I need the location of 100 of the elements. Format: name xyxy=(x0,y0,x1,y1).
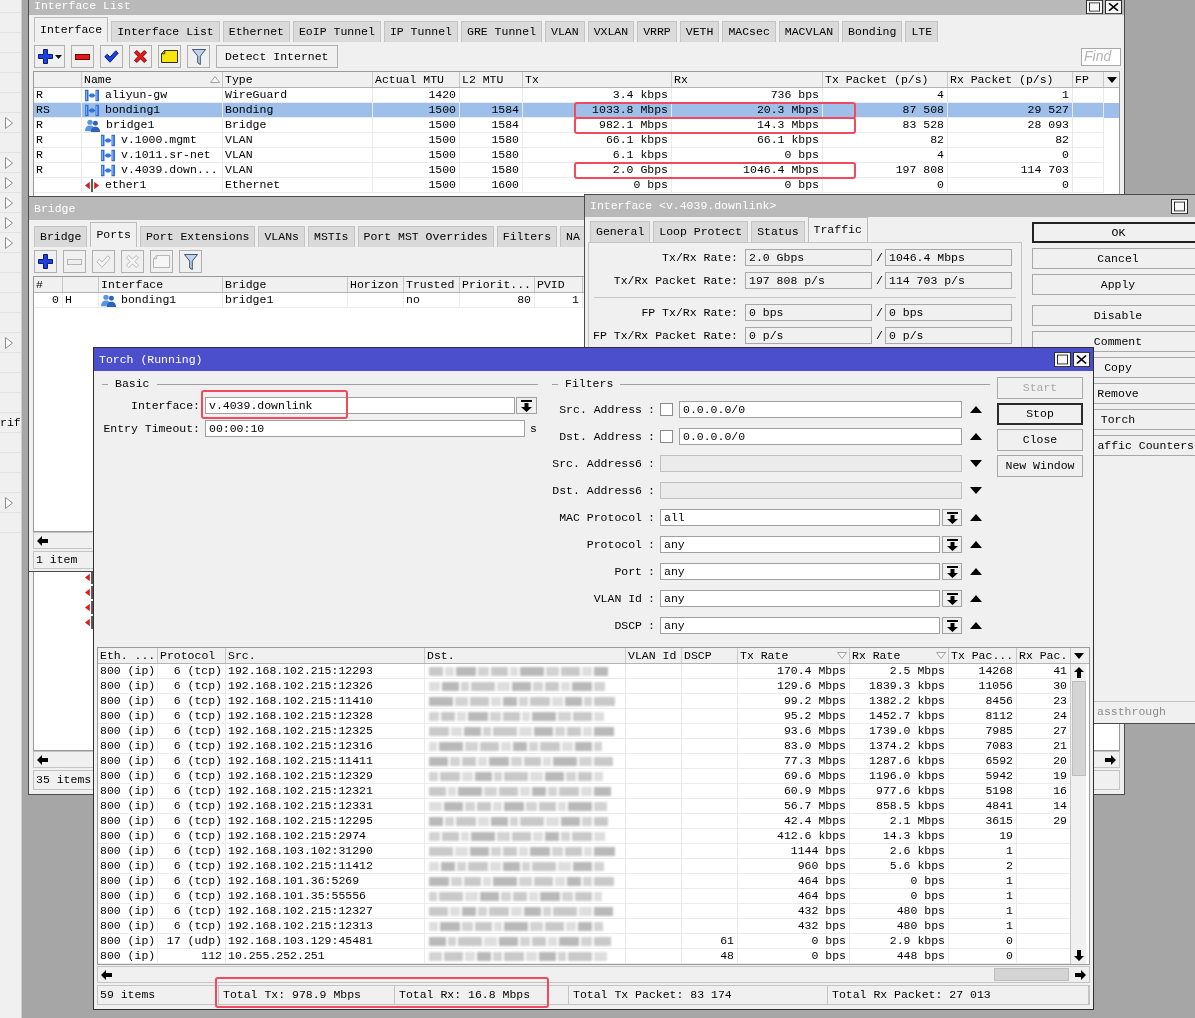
column-header[interactable]: Eth. ... xyxy=(98,648,158,663)
column-header[interactable]: Trusted xyxy=(404,277,460,292)
dropdown-field[interactable]: v.4039.downlink xyxy=(205,397,515,414)
column-header[interactable]: L2 MTU xyxy=(460,72,523,87)
toolbar-button[interactable]: Detect Internet xyxy=(216,45,338,68)
scrollbar-thumb[interactable] xyxy=(1071,681,1086,776)
close-icon[interactable] xyxy=(1073,352,1090,367)
column-header[interactable]: Priorit... xyxy=(460,277,535,292)
action-button[interactable]: OK xyxy=(1032,222,1195,243)
column-header[interactable]: Dst. xyxy=(425,648,626,663)
action-button[interactable]: Stop xyxy=(997,403,1083,425)
maximize-icon[interactable] xyxy=(1086,0,1103,14)
close-icon[interactable] xyxy=(1105,0,1122,14)
dropdown-button[interactable] xyxy=(942,536,962,553)
left-arrow-icon[interactable] xyxy=(101,969,112,980)
table-row[interactable]: 800 (ip) 112 10.255.252.251 48 0 bps 448 bps 0 xyxy=(98,949,1070,964)
tab[interactable]: VETH xyxy=(679,21,720,42)
action-button[interactable]: Apply xyxy=(1032,274,1195,295)
menu-item[interactable]: rif xyxy=(0,413,21,433)
column-header[interactable]: Bridge xyxy=(223,277,348,292)
maximize-icon[interactable] xyxy=(1054,352,1071,367)
column-header[interactable]: Protocol xyxy=(158,648,226,663)
enable-button[interactable] xyxy=(100,45,123,68)
submenu-triangle-icon[interactable] xyxy=(5,176,13,189)
tab[interactable]: IP Tunnel xyxy=(383,21,458,42)
up-triangle-icon[interactable] xyxy=(970,595,982,602)
tab[interactable]: EoIP Tunnel xyxy=(292,21,381,42)
filter-button[interactable] xyxy=(187,45,210,68)
up-triangle-icon[interactable] xyxy=(970,433,982,440)
column-header[interactable]: Tx Rate xyxy=(738,648,850,663)
left-arrow-icon[interactable] xyxy=(37,754,48,765)
action-button[interactable]: Cancel xyxy=(1032,248,1195,269)
action-button[interactable]: New Window xyxy=(997,455,1083,477)
tab[interactable]: VXLAN xyxy=(587,21,635,42)
tab[interactable]: NA xyxy=(560,226,586,247)
table-row[interactable]: 800 (ip) 6 (tcp) 192.168.103.102:31290 1144 bps 2.6 kbps 1 xyxy=(98,844,1070,859)
column-header[interactable]: Tx xyxy=(523,72,672,87)
table-row[interactable]: 800 (ip) 6 (tcp) 192.168.102.215:12295 42.4 Mbps 2.1 Mbps 3615 29 xyxy=(98,814,1070,829)
tab[interactable]: MACsec xyxy=(722,21,776,42)
up-triangle-icon[interactable] xyxy=(970,622,982,629)
dropdown-button[interactable] xyxy=(942,617,962,634)
column-header[interactable]: Tx Pac... xyxy=(949,648,1017,663)
table-row[interactable]: 800 (ip) 6 (tcp) 192.168.102.215:2974 412.6 kbps 14.3 kbps 19 xyxy=(98,829,1070,844)
column-header[interactable]: Interface xyxy=(99,277,223,292)
up-triangle-icon[interactable] xyxy=(970,514,982,521)
up-triangle-icon[interactable] xyxy=(970,406,982,413)
table-row[interactable]: 800 (ip) 6 (tcp) 192.168.102.215:12293 170.4 Mbps 2.5 Mbps 14268 41 xyxy=(98,664,1070,679)
column-header[interactable]: Tx Packet (p/s) xyxy=(823,72,948,87)
dropdown-field[interactable]: any xyxy=(660,536,940,553)
down-triangle-icon[interactable] xyxy=(970,487,982,494)
dropdown-button[interactable] xyxy=(942,590,962,607)
tab[interactable]: Ethernet xyxy=(222,21,290,42)
disable-button[interactable] xyxy=(129,45,152,68)
submenu-triangle-icon[interactable] xyxy=(5,196,13,209)
comment-button[interactable] xyxy=(158,45,181,68)
search-field[interactable]: Find xyxy=(1081,47,1121,66)
tab[interactable]: Ports xyxy=(90,222,137,247)
column-header[interactable]: Type xyxy=(223,72,373,87)
tab[interactable]: Interface xyxy=(34,17,109,42)
column-header[interactable]: # xyxy=(34,277,63,292)
submenu-triangle-icon[interactable] xyxy=(5,496,13,509)
tab[interactable]: Traffic xyxy=(807,217,868,242)
table-row[interactable]: 800 (ip) 17 (udp) 192.168.103.129:45481 61 0 bps 2.9 kbps 0 xyxy=(98,934,1070,949)
column-header[interactable]: VLAN Id xyxy=(626,648,682,663)
scrollbar-thumb[interactable] xyxy=(994,968,1069,981)
tab[interactable]: VRRP xyxy=(637,21,677,42)
dropdown-field[interactable]: any xyxy=(660,563,940,580)
add-button[interactable] xyxy=(34,45,65,68)
table-row[interactable]: 800 (ip) 6 (tcp) 192.168.102.215:11410 99.2 Mbps 1382.2 kbps 8456 23 xyxy=(98,694,1070,709)
column-header[interactable]: DSCP xyxy=(682,648,738,663)
submenu-triangle-icon[interactable] xyxy=(5,336,13,349)
tab[interactable]: Status xyxy=(751,221,805,242)
dropdown-field[interactable]: any xyxy=(660,590,940,607)
filter-button[interactable] xyxy=(179,250,202,273)
column-header[interactable]: Src. xyxy=(226,648,425,663)
down-arrow-icon[interactable] xyxy=(1073,950,1084,961)
submenu-triangle-icon[interactable] xyxy=(5,116,13,129)
up-triangle-icon[interactable] xyxy=(970,541,982,548)
input-field[interactable]: 00:00:10 xyxy=(205,420,525,437)
tab[interactable]: LTE xyxy=(905,21,939,42)
action-button[interactable]: Disable xyxy=(1032,305,1195,326)
dropdown-field[interactable]: any xyxy=(660,617,940,634)
table-row[interactable]: 800 (ip) 6 (tcp) 192.168.102.215:12328 95.2 Mbps 1452.7 kbps 8112 24 xyxy=(98,709,1070,724)
tab[interactable]: Loop Protect xyxy=(653,221,749,242)
input-field[interactable] xyxy=(660,482,962,499)
tab[interactable]: General xyxy=(590,221,651,242)
table-row[interactable]: 0 H bonding1 bridge1 no 80 1 xyxy=(34,293,583,308)
tab[interactable]: Interface List xyxy=(111,21,220,42)
table-row[interactable]: 800 (ip) 6 (tcp) 192.168.102.215:12321 60.9 Mbps 977.6 kbps 5198 16 xyxy=(98,784,1070,799)
dropdown-button[interactable] xyxy=(516,397,537,414)
table-row[interactable]: 800 (ip) 6 (tcp) 192.168.102.215:12329 69.6 Mbps 1196.0 kbps 5942 19 xyxy=(98,769,1070,784)
submenu-triangle-icon[interactable] xyxy=(5,236,13,249)
tab[interactable]: Bonding xyxy=(842,21,903,42)
maximize-icon[interactable] xyxy=(1171,198,1188,214)
left-arrow-icon[interactable] xyxy=(37,535,48,546)
column-header[interactable]: PVID xyxy=(535,277,583,292)
action-button[interactable]: Close xyxy=(997,429,1083,451)
table-row[interactable]: 800 (ip) 6 (tcp) 192.168.101.35:55556 464 bps 0 bps 1 xyxy=(98,889,1070,904)
column-header[interactable]: Horizon xyxy=(348,277,404,292)
input-field[interactable] xyxy=(660,455,962,472)
